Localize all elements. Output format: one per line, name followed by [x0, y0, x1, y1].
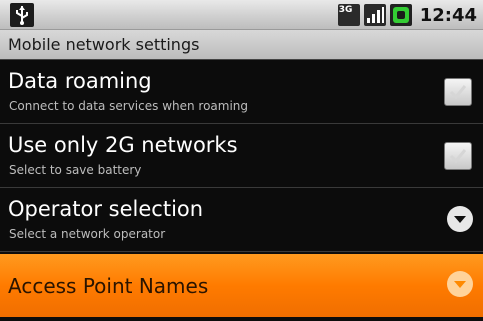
- operator-selection-setting[interactable]: Operator selection Select a network oper…: [0, 189, 483, 252]
- pref-title: Access Point Names: [8, 274, 209, 298]
- access-point-names-setting[interactable]: Access Point Names: [0, 254, 483, 317]
- network-type-icon: 3G: [337, 4, 360, 26]
- title-bar: Mobile network settings: [0, 30, 483, 60]
- chevron-down-icon: [447, 206, 473, 232]
- pref-title: Operator selection: [8, 197, 204, 221]
- pref-summary: Connect to data services when roaming: [9, 99, 249, 113]
- network-type-label: 3G: [338, 5, 353, 15]
- data-roaming-checkbox[interactable]: [444, 78, 472, 106]
- battery-charging-icon: [389, 4, 412, 26]
- pref-summary: Select to save battery: [9, 163, 142, 177]
- status-clock: 12:44: [419, 4, 477, 26]
- signal-bars-icon: [363, 4, 386, 26]
- pref-title: Use only 2G networks: [8, 133, 238, 157]
- chevron-down-icon: [447, 271, 473, 297]
- data-roaming-setting[interactable]: Data roaming Connect to data services wh…: [0, 61, 483, 124]
- pref-title: Data roaming: [8, 69, 152, 93]
- pref-summary: Select a network operator: [9, 227, 166, 241]
- page-title: Mobile network settings: [8, 35, 200, 54]
- use-2g-only-checkbox[interactable]: [444, 142, 472, 170]
- status-bar[interactable]: 3G 12:44: [0, 0, 483, 30]
- usb-debugging-icon: [10, 3, 34, 27]
- use-2g-only-setting[interactable]: Use only 2G networks Select to save batt…: [0, 125, 483, 188]
